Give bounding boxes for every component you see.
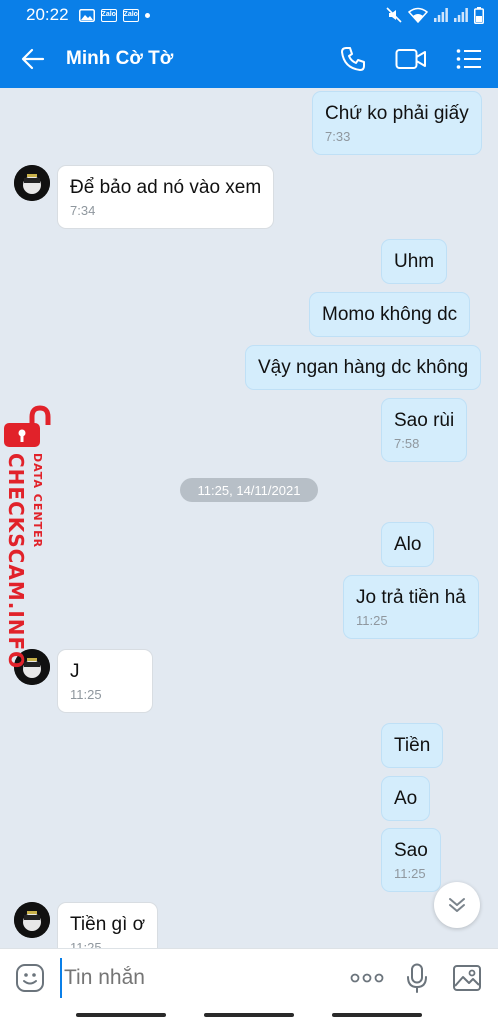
message-text: Alo	[394, 534, 422, 555]
nav-home-button[interactable]	[204, 1013, 294, 1017]
message-composer	[0, 948, 498, 1006]
message-text: Tiền gì ơ	[70, 914, 146, 935]
avatar[interactable]	[14, 902, 50, 938]
scroll-to-bottom-button[interactable]	[434, 882, 480, 928]
message-bubble-incoming[interactable]: Tiền gì ơ 11:25	[57, 902, 159, 948]
zalo-notification-icon: Zalo	[122, 8, 139, 22]
sticker-emoji-icon	[16, 963, 44, 992]
nav-recents-button[interactable]	[76, 1013, 166, 1017]
status-bar: 20:22 Zalo Zalo	[0, 0, 498, 30]
message-input[interactable]	[60, 957, 342, 998]
message-text: Chứ ko phải giấy	[325, 103, 469, 124]
message-text: Để bảo ad nó vào xem	[70, 177, 262, 198]
back-button[interactable]	[0, 30, 66, 88]
signal-icon	[454, 8, 468, 22]
system-navigation-bar	[0, 1006, 498, 1024]
watermark: CHECKSCAM.INFO DATA CENTER	[0, 405, 56, 670]
message-bubble-outgoing[interactable]: Sao 11:25	[381, 828, 441, 892]
menu-list-icon	[456, 49, 481, 69]
message-bubble-outgoing[interactable]: Alo	[381, 522, 435, 567]
watermark-sub-text: DATA CENTER	[31, 453, 44, 549]
video-call-icon	[395, 49, 426, 69]
back-arrow-icon	[21, 48, 45, 70]
gallery-notification-icon	[78, 8, 95, 22]
contact-avatar-icon	[14, 902, 50, 938]
message-bubble-outgoing[interactable]: Tiền	[381, 723, 444, 768]
message-text: Sao rùi	[394, 410, 455, 431]
message-text: J	[70, 661, 80, 682]
wifi-icon	[408, 7, 428, 23]
watermark-text: CHECKSCAM.INFO DATA CENTER	[0, 453, 56, 670]
message-time: 11:25	[356, 613, 388, 628]
message-time: 7:58	[394, 436, 420, 451]
message-text: Jo trả tiền hả	[356, 587, 466, 608]
message-bubble-outgoing[interactable]: Uhm	[381, 239, 448, 284]
voice-message-button[interactable]	[392, 949, 442, 1007]
message-text: Momo không dc	[322, 304, 458, 325]
voice-call-button[interactable]	[324, 30, 382, 88]
contact-avatar-icon	[14, 165, 50, 201]
message-bubble-outgoing[interactable]: Chứ ko phải giấy 7:33	[312, 91, 482, 155]
header-actions	[324, 30, 498, 88]
microphone-icon	[407, 963, 427, 993]
message-bubble-incoming[interactable]: J 11:25	[57, 649, 153, 713]
more-options-button[interactable]	[342, 949, 392, 1007]
message-bubble-outgoing[interactable]: Sao rùi 7:58	[381, 398, 468, 462]
avatar[interactable]	[14, 165, 50, 201]
message-bubble-outgoing[interactable]: Jo trả tiền hả 11:25	[343, 575, 479, 639]
watermark-main-text: CHECKSCAM.INFO	[4, 453, 28, 670]
options-menu-button[interactable]	[440, 30, 498, 88]
emoji-button[interactable]	[0, 949, 60, 1007]
status-time: 20:22	[26, 5, 69, 24]
send-photo-button[interactable]	[442, 949, 492, 1007]
battery-icon	[474, 6, 484, 24]
status-system-icons	[386, 6, 484, 24]
message-text: Vậy ngan hàng dc không	[258, 357, 469, 378]
nav-back-button[interactable]	[332, 1013, 422, 1017]
mute-icon	[386, 7, 402, 23]
message-time: 7:34	[70, 203, 96, 218]
message-text: Uhm	[394, 251, 435, 272]
message-bubble-outgoing[interactable]: Momo không dc	[309, 292, 471, 337]
status-notification-icons: Zalo Zalo	[78, 8, 150, 22]
message-time: 7:33	[325, 129, 351, 144]
message-text: Tiền	[394, 735, 431, 756]
signal-icon	[434, 8, 448, 22]
chat-header: Minh Cờ Tờ	[0, 30, 498, 88]
message-text: Sao	[394, 840, 428, 861]
date-separator: 11:25, 14/11/2021	[180, 478, 318, 502]
padlock-icon	[4, 405, 51, 447]
message-bubble-outgoing[interactable]: Vậy ngan hàng dc không	[245, 345, 482, 390]
image-gallery-icon	[453, 964, 481, 991]
video-call-button[interactable]	[382, 30, 440, 88]
message-bubble-incoming[interactable]: Để bảo ad nó vào xem 7:34	[57, 165, 275, 229]
double-chevron-down-icon	[449, 898, 465, 912]
message-time: 11:25	[394, 866, 426, 881]
message-bubble-outgoing[interactable]: Ao	[381, 776, 431, 821]
message-time: 11:25	[70, 940, 102, 948]
message-list[interactable]: Chứ ko phải giấy 7:33 Để bảo ad nó vào x…	[0, 88, 498, 948]
more-horizontal-icon	[350, 973, 384, 982]
contact-name[interactable]: Minh Cờ Tờ	[66, 48, 173, 70]
more-notifications-dot-icon	[144, 12, 150, 18]
message-text: Ao	[394, 788, 418, 809]
message-time: 11:25	[70, 687, 102, 702]
phone-icon	[341, 47, 365, 71]
zalo-notification-icon: Zalo	[100, 8, 117, 22]
